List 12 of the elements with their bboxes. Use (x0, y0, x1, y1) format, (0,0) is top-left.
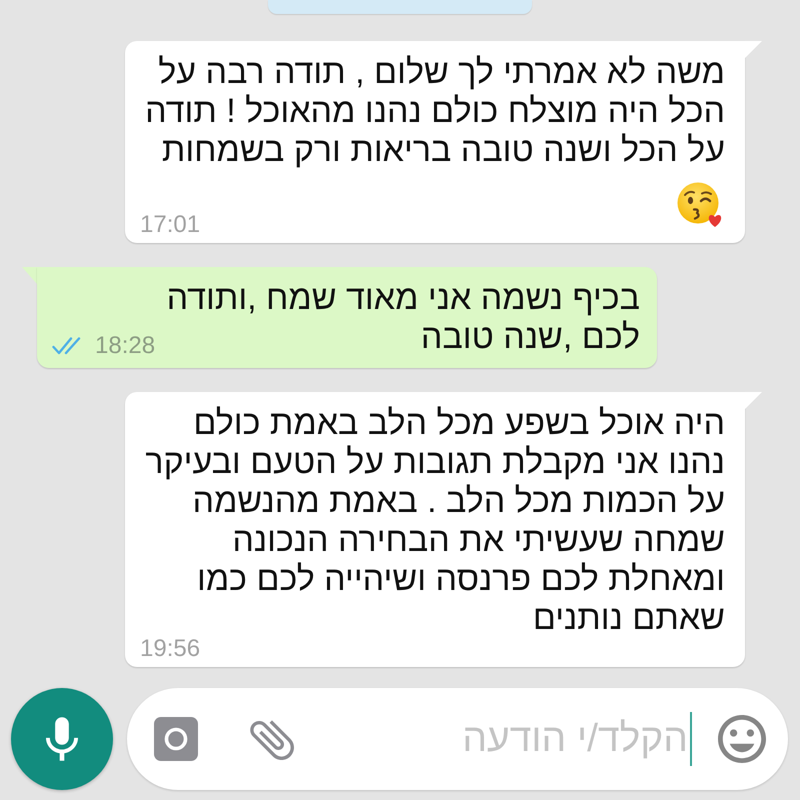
message-input[interactable]: הקלד/י הודעה (316, 715, 688, 763)
message-text: משה לא אמרתי לך שלום , תודה רבה על הכל היה מוצלח כולם נהנו מהאוכל ! תודה על הכל ושנה טובה בריאות ורק בשמחות (145, 53, 725, 170)
message-time: 18:28 (95, 335, 156, 357)
message-time: 17:01 (140, 214, 200, 236)
message-text: היה אוכל בשפע מכל הלב באמת כולם נהנו אני מקבלת תגובות על הטעם ובעיקר על הכמות מכל הלב . באמת מהנשמה שמחה שעשיתי את הבחירה הנכונה ומאחלת לכם פרנסה ושיהייה לכם כמו שאתם נותנים (145, 404, 725, 638)
input-bar[interactable]: הקלד/י הודעה (127, 688, 788, 790)
camera-icon[interactable] (154, 717, 198, 761)
message-time: 19:56 (140, 638, 200, 660)
kissing-face-icon (677, 182, 723, 228)
microphone-icon (46, 717, 78, 761)
smiley-icon[interactable] (718, 715, 766, 763)
message-text: בכיף נשמה אני מאוד שמח ,ותודה לכם ,שנה טובה (166, 279, 640, 357)
